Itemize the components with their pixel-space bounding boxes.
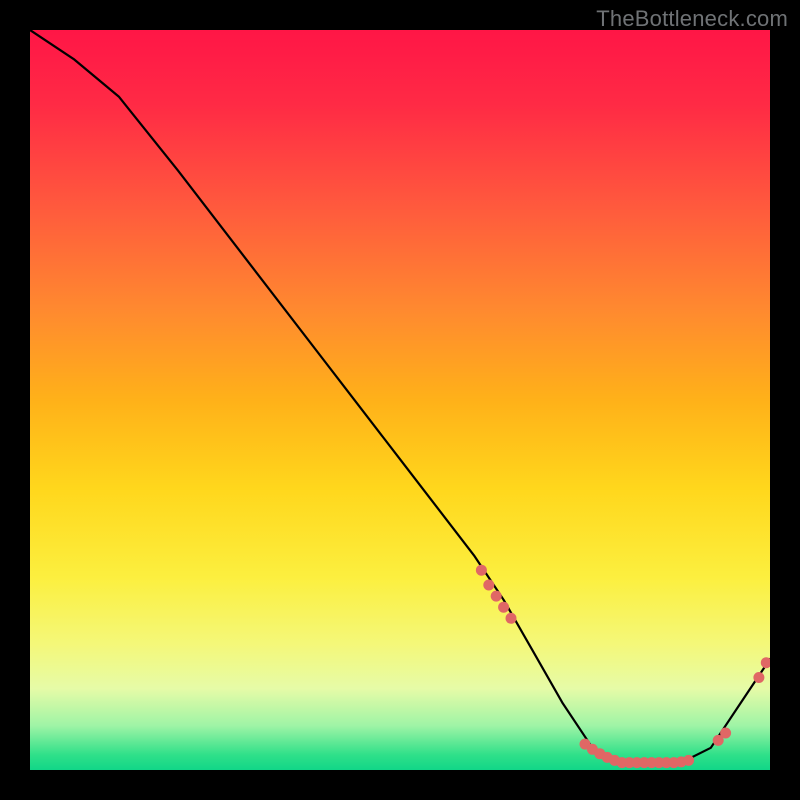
data-point	[720, 728, 731, 739]
data-point	[491, 591, 502, 602]
data-point	[483, 580, 494, 591]
chart-frame: TheBottleneck.com	[0, 0, 800, 800]
data-point	[753, 672, 764, 683]
data-point	[761, 657, 770, 668]
data-point	[506, 613, 517, 624]
data-point	[683, 755, 694, 766]
data-point	[498, 602, 509, 613]
bottleneck-curve-line	[30, 30, 770, 763]
highlighted-points-group	[476, 565, 770, 768]
data-point	[476, 565, 487, 576]
plot-area	[30, 30, 770, 770]
chart-svg	[30, 30, 770, 770]
watermark-text: TheBottleneck.com	[596, 6, 788, 32]
